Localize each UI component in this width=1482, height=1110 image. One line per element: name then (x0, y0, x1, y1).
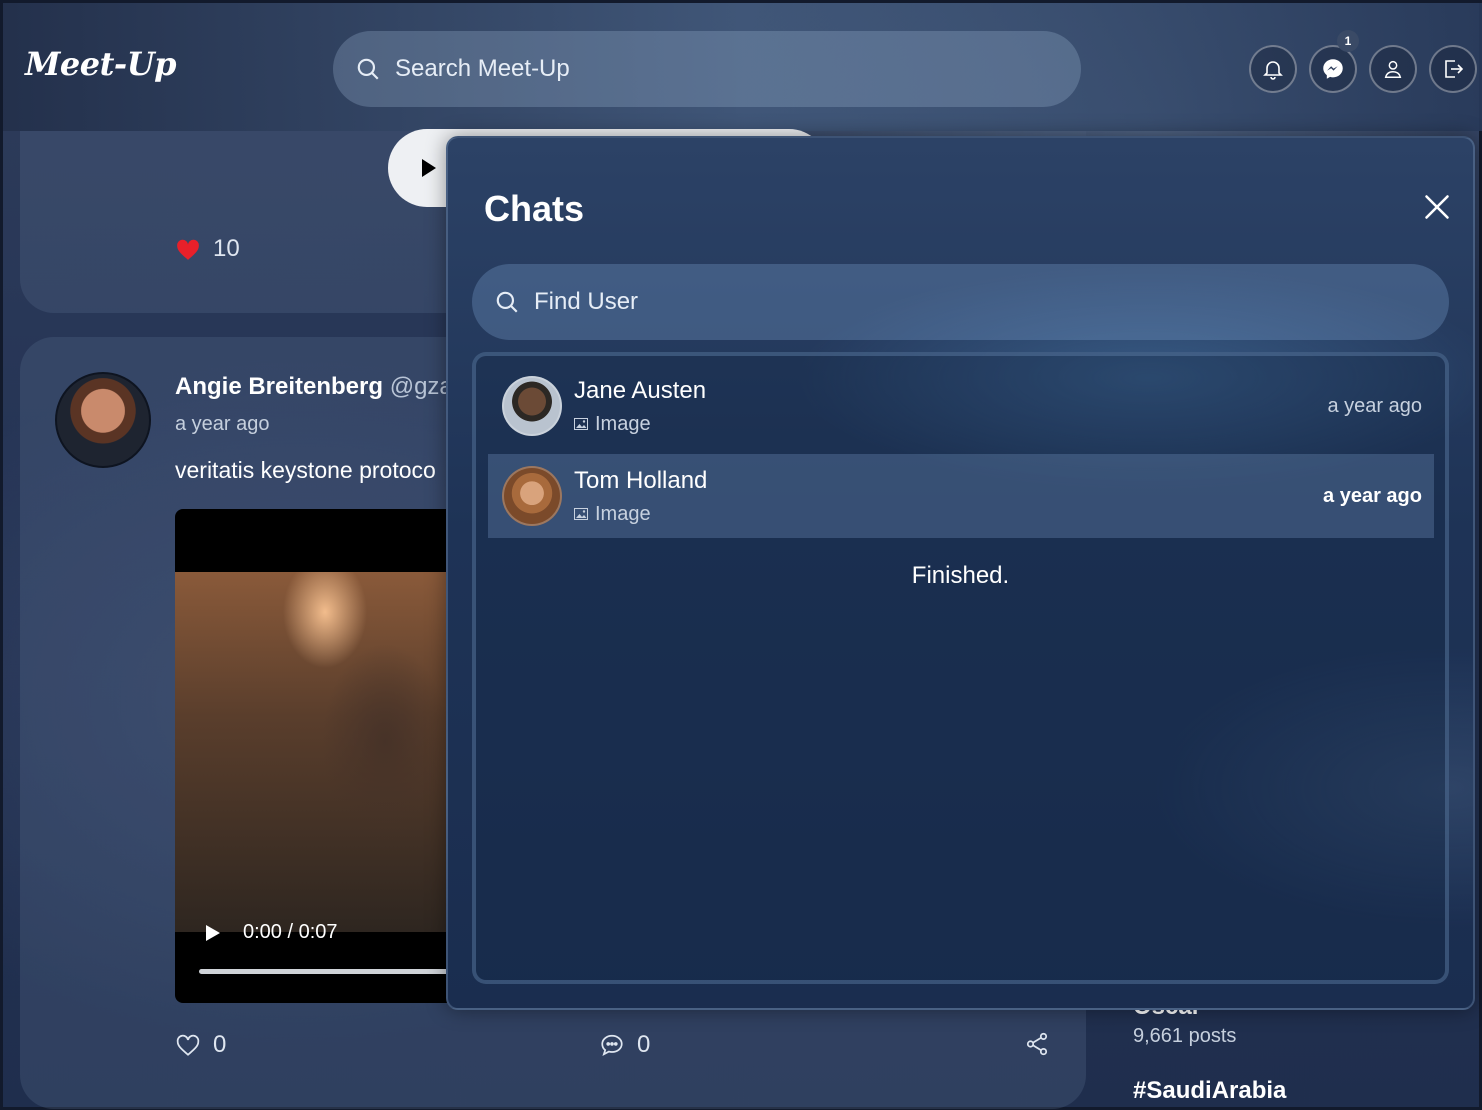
video-frame (175, 572, 455, 932)
like-count: 0 (213, 1031, 227, 1058)
post-author[interactable]: Angie Breitenberg @gza (175, 373, 453, 401)
video-play-icon[interactable] (205, 924, 221, 942)
chat-name: Jane Austen (574, 376, 707, 404)
user-icon (1384, 60, 1402, 78)
post-author-handle: @gza (389, 373, 453, 400)
like-button[interactable]: 0 (175, 1031, 226, 1059)
share-icon (1026, 1032, 1048, 1056)
heart-filled-icon[interactable] (175, 237, 201, 261)
chat-preview: Image (574, 503, 707, 526)
chat-time: a year ago (1327, 395, 1422, 417)
comment-icon (601, 1034, 623, 1056)
post-text: veritatis keystone protoco (175, 457, 436, 483)
comment-button[interactable]: 0 (599, 1031, 650, 1059)
search-icon (496, 291, 518, 313)
post-time: a year ago (175, 413, 270, 435)
chats-modal: Chats Find User Jane Austen Image a year… (446, 136, 1475, 1010)
top-header: Meet-Up Search Meet-Up 1 (3, 3, 1482, 131)
messenger-button[interactable] (1309, 45, 1357, 93)
play-icon[interactable] (420, 158, 438, 178)
comment-count: 0 (637, 1031, 651, 1058)
global-search[interactable]: Search Meet-Up (333, 31, 1081, 107)
avatar (502, 376, 562, 436)
chat-name: Tom Holland (574, 466, 708, 494)
find-user-search[interactable]: Find User (472, 264, 1449, 340)
chats-title: Chats (484, 188, 585, 229)
image-icon (574, 508, 588, 520)
share-button[interactable] (1024, 1031, 1050, 1057)
video-time: 0:00 / 0:07 (243, 921, 338, 943)
chat-item[interactable]: Jane Austen Image a year ago (488, 364, 1434, 448)
logout-icon (1445, 60, 1464, 78)
image-icon (574, 418, 588, 430)
chat-list: Jane Austen Image a year ago Tom Holland… (472, 352, 1449, 984)
find-user-input[interactable]: Find User (534, 288, 638, 316)
chat-preview-text: Image (595, 502, 651, 525)
video-controls: 0:00 / 0:07 (205, 921, 338, 944)
profile-button[interactable] (1369, 45, 1417, 93)
notifications-button[interactable] (1249, 45, 1297, 93)
bell-icon (1263, 61, 1283, 80)
post-author-name[interactable]: Angie Breitenberg (175, 373, 383, 400)
like-count-top[interactable]: 10 (175, 235, 240, 263)
logout-button[interactable] (1429, 45, 1477, 93)
chat-list-status: Finished. (911, 562, 1010, 589)
messenger-icon (1323, 59, 1343, 79)
post-author-avatar[interactable] (55, 372, 151, 468)
chat-time: a year ago (1323, 485, 1422, 507)
avatar (502, 466, 562, 526)
chat-preview-text: Image (595, 412, 651, 435)
messenger-badge: 1 (1337, 30, 1359, 52)
post-video[interactable]: 0:00 / 0:07 (175, 509, 455, 1003)
heart-outline-icon (176, 1034, 200, 1056)
like-count-value: 10 (213, 235, 240, 262)
video-progress-bar[interactable] (199, 969, 455, 974)
trend-post-count: 9,661 posts (1133, 1025, 1237, 1047)
search-input[interactable]: Search Meet-Up (395, 55, 570, 83)
chat-preview: Image (574, 413, 706, 436)
app-logo[interactable]: Meet-Up (25, 45, 176, 83)
close-icon[interactable] (1423, 193, 1451, 221)
chat-item[interactable]: Tom Holland Image a year ago (488, 454, 1434, 538)
search-icon (357, 58, 379, 80)
trend-tag[interactable]: #SaudiArabia (1133, 1077, 1286, 1105)
